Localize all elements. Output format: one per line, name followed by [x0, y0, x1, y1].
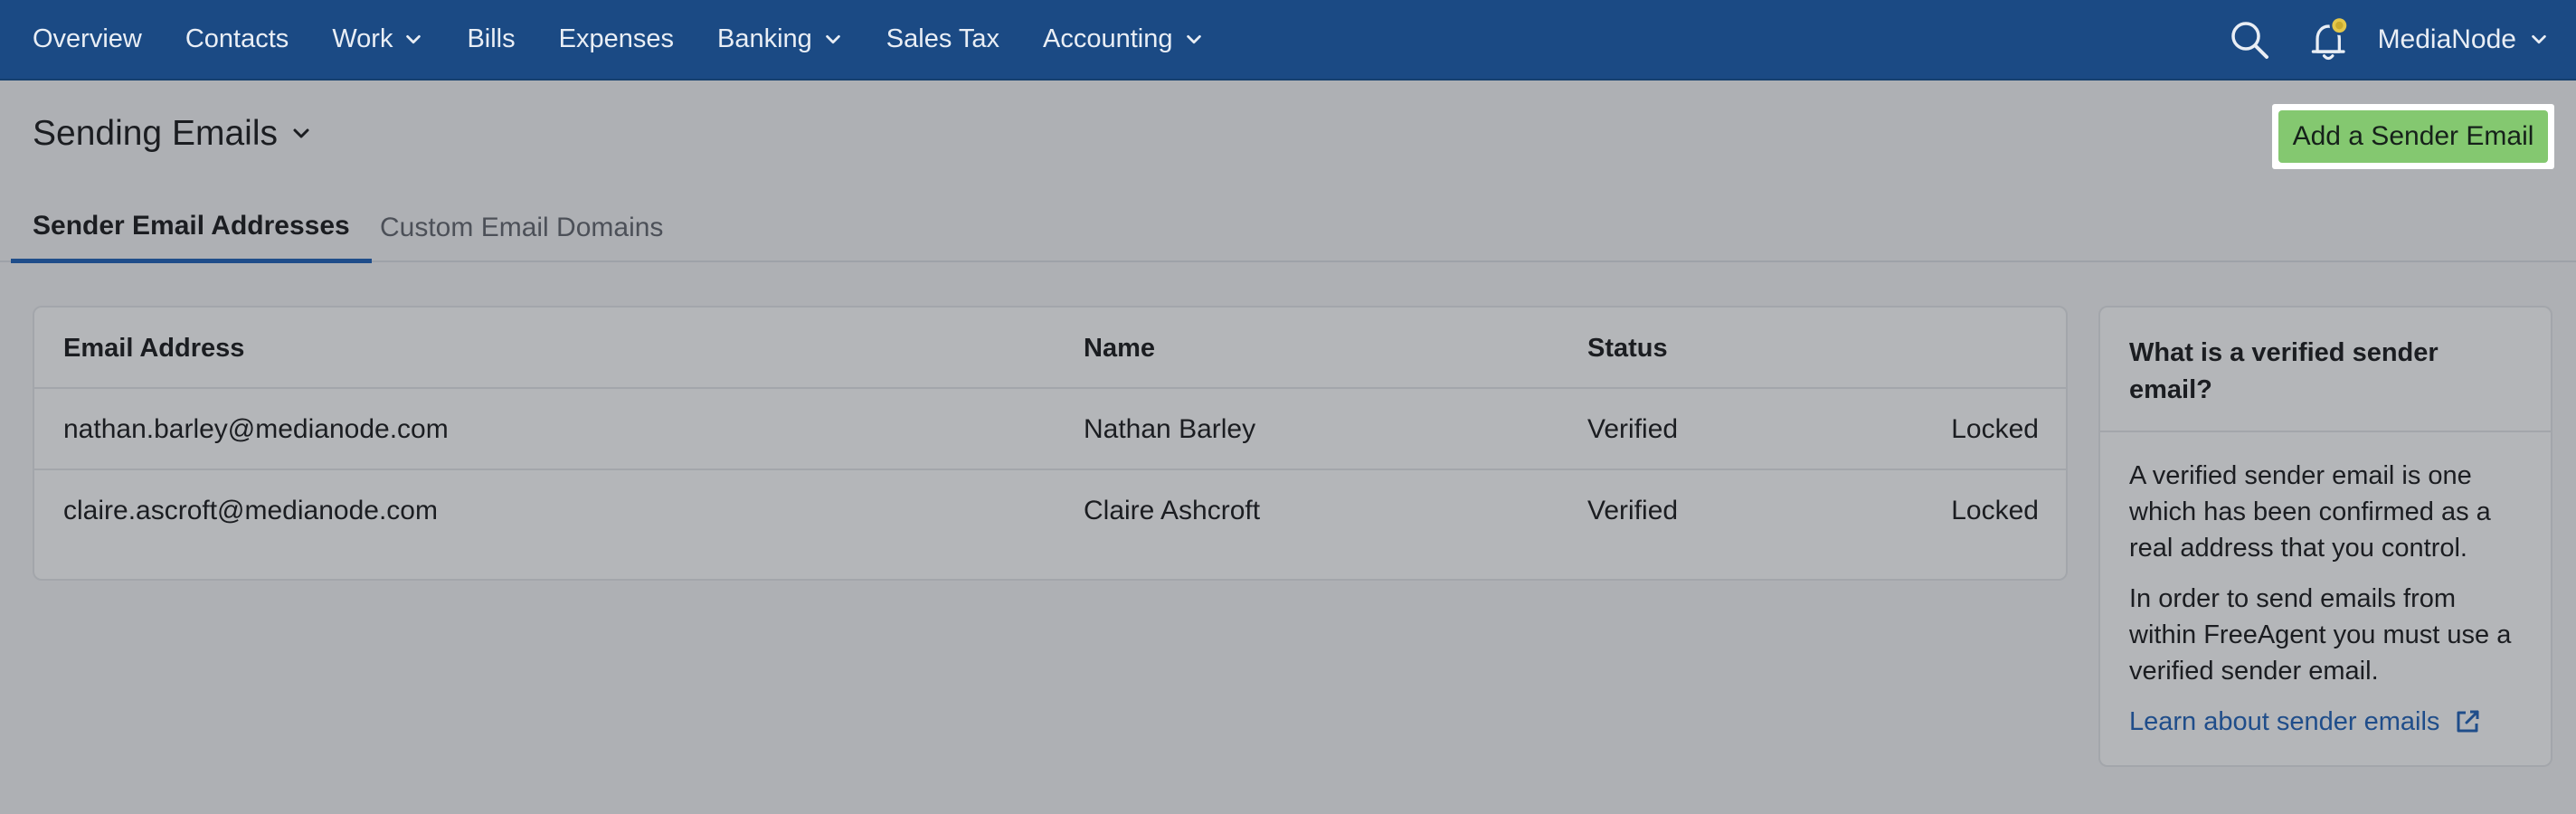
nav-item-expenses[interactable]: Expenses — [559, 0, 674, 79]
nav-item-sales-tax[interactable]: Sales Tax — [886, 0, 999, 79]
nav-item-label: Accounting — [1043, 24, 1173, 53]
column-header-status: Status — [1587, 333, 1668, 363]
help-paragraph: In order to send emails from within Free… — [2129, 584, 2512, 686]
tab-bar: Sender Email Addresses Custom Email Doma… — [0, 194, 2576, 263]
nav-item-accounting[interactable]: Accounting — [1043, 0, 1204, 79]
nav-item-label: Bills — [467, 24, 516, 53]
nav-item-label: Sales Tax — [886, 24, 1000, 53]
page-title-dropdown[interactable]: Sending Emails — [33, 114, 312, 154]
nav-item-label: Work — [332, 24, 393, 53]
chevron-down-icon — [2532, 34, 2546, 43]
add-sender-button-highlight: Add a Sender Email — [2272, 104, 2554, 169]
search-button[interactable] — [2224, 14, 2275, 65]
status-cell: Verified — [1587, 414, 1679, 444]
top-navigation: Overview Contacts Work Bills Expenses Ba… — [0, 0, 2576, 80]
table-header-row: Email Address Name Status — [34, 308, 2066, 389]
status-cell: Verified — [1587, 496, 1679, 525]
tab-custom-email-domains[interactable]: Custom Email Domains — [380, 194, 663, 262]
nav-item-bills[interactable]: Bills — [467, 0, 515, 79]
nav-item-label: Contacts — [185, 24, 289, 53]
table-row[interactable]: claire.ascroft@medianode.com Claire Ashc… — [34, 470, 2066, 552]
account-menu[interactable]: MediaNode — [2378, 24, 2549, 55]
email-cell: nathan.barley@medianode.com — [63, 414, 449, 444]
help-paragraph: A verified sender email is one which has… — [2129, 461, 2491, 563]
nav-menu: Overview Contacts Work Bills Expenses Ba… — [0, 0, 1247, 79]
nav-actions: MediaNode — [2224, 0, 2576, 79]
nav-item-work[interactable]: Work — [332, 0, 423, 79]
chevron-down-icon — [1186, 34, 1201, 43]
locked-label: Locked — [1951, 414, 2039, 444]
sender-emails-table: Email Address Name Status nathan.barley@… — [33, 306, 2068, 581]
name-cell: Claire Ashcroft — [1084, 496, 1261, 525]
nav-item-label: Banking — [716, 24, 812, 53]
name-cell: Nathan Barley — [1084, 414, 1256, 444]
nav-item-contacts[interactable]: Contacts — [185, 0, 289, 79]
nav-item-label: Expenses — [558, 24, 674, 53]
tab-label: Sender Email Addresses — [33, 211, 350, 241]
help-panel-title: What is a verified sender email? — [2100, 308, 2551, 432]
external-link-icon — [2457, 710, 2479, 733]
tab-sender-email-addresses[interactable]: Sender Email Addresses — [11, 194, 372, 263]
locked-label: Locked — [1951, 496, 2039, 525]
page-title: Sending Emails — [33, 114, 278, 153]
column-header-name: Name — [1084, 333, 1155, 363]
learn-about-sender-emails-link[interactable]: Learn about sender emails — [2129, 704, 2522, 740]
search-icon — [2230, 21, 2268, 59]
nav-item-banking[interactable]: Banking — [717, 0, 843, 79]
add-sender-email-button[interactable]: Add a Sender Email — [2278, 110, 2548, 163]
nav-item-overview[interactable]: Overview — [33, 0, 142, 79]
link-label: Learn about sender emails — [2129, 707, 2440, 736]
email-cell: claire.ascroft@medianode.com — [63, 496, 438, 525]
chevron-down-icon — [406, 34, 421, 43]
nav-item-label: Overview — [33, 24, 142, 53]
table-row[interactable]: nathan.barley@medianode.com Nathan Barle… — [34, 389, 2066, 470]
column-header-email: Email Address — [63, 333, 245, 363]
help-panel: What is a verified sender email? A verif… — [2098, 306, 2552, 767]
help-panel-body: A verified sender email is one which has… — [2100, 432, 2551, 740]
bell-icon — [2311, 14, 2349, 60]
chevron-down-icon — [293, 128, 309, 138]
notifications-button[interactable] — [2306, 14, 2356, 65]
account-name: MediaNode — [2377, 24, 2516, 54]
tab-label: Custom Email Domains — [380, 213, 664, 242]
chevron-down-icon — [826, 34, 840, 43]
